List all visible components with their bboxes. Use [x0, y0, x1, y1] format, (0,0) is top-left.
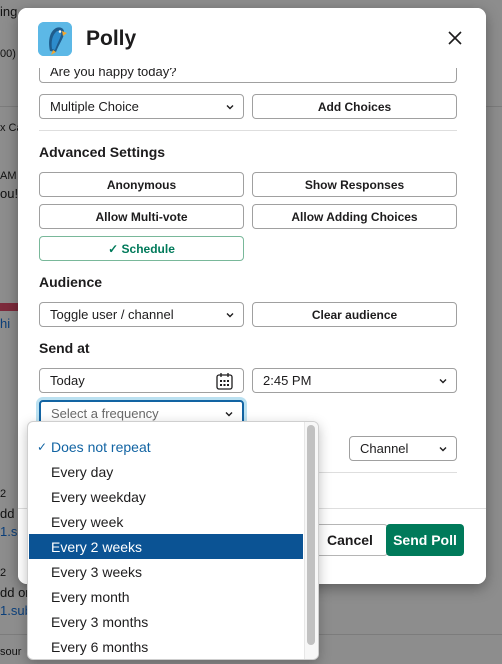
frequency-option[interactable]: Every weekday — [29, 484, 303, 509]
chevron-down-icon — [226, 313, 234, 318]
send-at-heading: Send at — [39, 340, 90, 356]
background-unread-marker — [0, 303, 18, 311]
calendar-icon[interactable] — [216, 372, 233, 390]
schedule-button[interactable]: ✓ Schedule — [39, 236, 244, 261]
chevron-down-icon — [226, 105, 234, 110]
chevron-down-icon — [225, 412, 233, 417]
background-text: 00) — [0, 48, 16, 60]
date-picker[interactable]: Today — [39, 368, 244, 393]
background-text: 2 — [0, 488, 7, 500]
modal-title: Polly — [86, 27, 137, 50]
background-link[interactable]: 1.s — [0, 524, 17, 539]
poll-type-value: Multiple Choice — [50, 99, 139, 114]
chevron-down-icon — [439, 447, 447, 452]
background-text: 2 — [0, 567, 7, 579]
poll-type-select[interactable]: Multiple Choice — [39, 94, 244, 119]
send-poll-button[interactable]: Send Poll — [386, 524, 464, 556]
anonymous-button[interactable]: Anonymous — [39, 172, 244, 197]
advanced-settings-heading: Advanced Settings — [39, 144, 166, 160]
frequency-option[interactable]: Every day — [29, 459, 303, 484]
channel-value: Channel — [360, 441, 409, 456]
frequency-option[interactable]: ✓ Does not repeat — [29, 434, 303, 459]
check-icon: ✓ — [37, 439, 48, 454]
parrot-logo-icon — [38, 22, 72, 56]
cancel-button[interactable]: Cancel — [312, 524, 388, 556]
frequency-option[interactable]: Every month — [29, 584, 303, 609]
clear-audience-button[interactable]: Clear audience — [252, 302, 457, 327]
add-choices-button[interactable]: Add Choices — [252, 94, 457, 119]
frequency-option-label: Does not repeat — [51, 438, 151, 455]
background-text: dd or — [0, 585, 30, 600]
frequency-placeholder: Select a frequency — [51, 406, 159, 421]
frequency-option[interactable]: Every 3 months — [29, 609, 303, 634]
background-text: ou! — [0, 186, 19, 201]
allow-multivote-button[interactable]: Allow Multi-vote — [39, 204, 244, 229]
frequency-menu: ✓ Does not repeat Every day Every weekda… — [27, 421, 319, 660]
close-icon[interactable] — [444, 27, 466, 49]
frequency-option[interactable]: Every 3 weeks — [29, 559, 303, 584]
background-text: AM — [0, 170, 17, 182]
time-value: 2:45 PM — [263, 373, 312, 388]
frequency-option[interactable]: Every 6 months — [29, 634, 303, 659]
modal-header: Polly — [18, 8, 486, 68]
menu-scrollbar-thumb[interactable] — [307, 425, 315, 645]
frequency-option-highlighted[interactable]: Every 2 weeks — [29, 534, 303, 559]
chevron-down-icon — [439, 379, 447, 384]
background-text: dd — [0, 506, 15, 521]
time-picker[interactable]: 2:45 PM — [252, 368, 457, 393]
background-text: ing — [0, 4, 18, 19]
date-value: Today — [50, 373, 85, 388]
show-responses-button[interactable]: Show Responses — [252, 172, 457, 197]
allow-adding-choices-button[interactable]: Allow Adding Choices — [252, 204, 457, 229]
audience-select[interactable]: Toggle user / channel — [39, 302, 244, 327]
section-divider — [39, 130, 457, 131]
frequency-option[interactable]: Every week — [29, 509, 303, 534]
background-link[interactable]: hi — [0, 316, 10, 331]
audience-placeholder: Toggle user / channel — [50, 307, 174, 322]
background-text: sour — [0, 646, 22, 658]
audience-heading: Audience — [39, 274, 103, 290]
channel-select[interactable]: Channel — [349, 436, 457, 461]
menu-scrollbar[interactable] — [304, 422, 318, 659]
